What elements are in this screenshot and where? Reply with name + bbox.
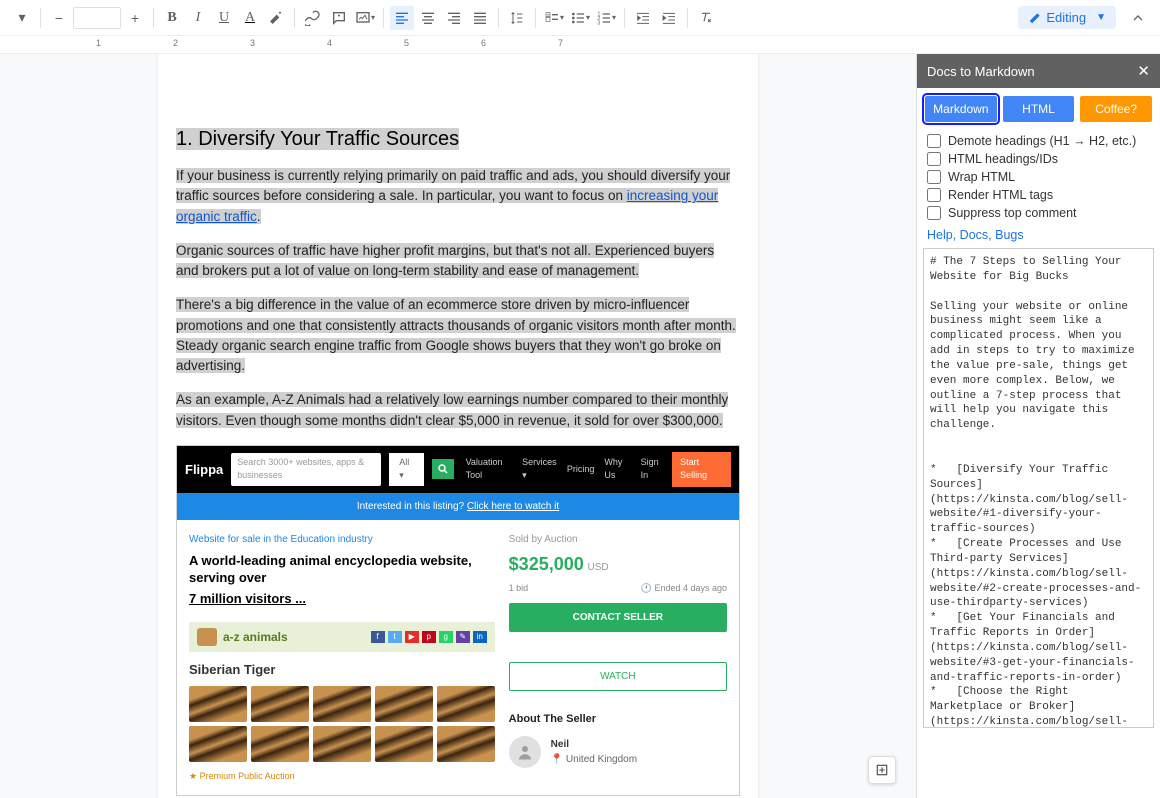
align-center-icon[interactable] (416, 6, 440, 30)
indent-increase-icon[interactable] (657, 6, 681, 30)
align-justify-icon[interactable] (468, 6, 492, 30)
bids-count: 1 bid (509, 582, 529, 596)
numbered-list-icon[interactable]: 123▾ (594, 6, 618, 30)
format-toolbar: ▾ − + B I U A ▾ ▾ ▾ 123▾ Editing ▼ (0, 0, 1160, 36)
more-styles-dropdown[interactable]: ▾ (10, 6, 34, 30)
underline-button[interactable]: U (212, 6, 236, 30)
ended-label: 🕐 Ended 4 days ago (641, 582, 727, 596)
flippa-all-dropdown: All ▾ (389, 453, 424, 486)
markdown-output[interactable]: # The 7 Steps to Selling Your Website fo… (923, 248, 1154, 728)
collapse-toolbar-icon[interactable] (1126, 6, 1150, 30)
sold-label: Sold by Auction (509, 532, 727, 547)
about-seller-heading: About The Seller (509, 711, 727, 728)
search-icon (432, 459, 453, 479)
sidebar-header: Docs to Markdown ✕ (917, 54, 1160, 88)
link-docs[interactable]: Docs (960, 228, 988, 242)
align-left-icon[interactable] (390, 6, 414, 30)
paragraph[interactable]: There's a big difference in the value of… (176, 295, 740, 376)
svg-text:3: 3 (597, 20, 600, 25)
sidebar-links: Help, Docs, Bugs (917, 228, 1160, 248)
species-heading: Siberian Tiger (189, 660, 495, 680)
mode-label: Editing (1046, 10, 1086, 25)
seller-name: Neil (551, 737, 637, 752)
premium-badge: ★ Premium Public Auction (189, 770, 495, 784)
close-icon[interactable]: ✕ (1137, 62, 1150, 80)
explore-button[interactable] (868, 756, 896, 784)
opt-demote-headings[interactable]: Demote headings (H1 → H2, etc.) (927, 132, 1150, 150)
italic-button[interactable]: I (186, 6, 210, 30)
link-bugs[interactable]: Bugs (995, 228, 1024, 242)
image-icon[interactable]: ▾ (353, 6, 377, 30)
bullet-list-icon[interactable]: ▾ (568, 6, 592, 30)
flippa-start-selling: Start Selling (672, 452, 731, 487)
flippa-banner: Interested in this listing? Click here t… (177, 493, 739, 520)
align-right-icon[interactable] (442, 6, 466, 30)
document-canvas[interactable]: 1. Diversify Your Traffic Sources If you… (0, 54, 916, 798)
checklist-icon[interactable]: ▾ (542, 6, 566, 30)
paragraph[interactable]: If your business is currently relying pr… (176, 166, 740, 227)
caret-down-icon: ▼ (1096, 12, 1106, 23)
listing-brand-box: a-z animals ft▶pg✎in (189, 622, 495, 652)
zoom-in-button[interactable]: + (123, 6, 147, 30)
paragraph[interactable]: As an example, A-Z Animals had a relativ… (176, 390, 740, 431)
tiger-thumbnails (189, 686, 495, 762)
line-spacing-icon[interactable] (505, 6, 529, 30)
avatar-icon (509, 736, 541, 768)
listing-visitors: 7 million visitors ... (189, 589, 495, 609)
tab-markdown[interactable]: Markdown (925, 96, 997, 122)
zoom-input[interactable] (73, 7, 121, 29)
flippa-logo: Flippa (185, 460, 223, 480)
tab-html[interactable]: HTML (1003, 96, 1075, 122)
watch-button: WATCH (509, 662, 727, 691)
embedded-image-flippa[interactable]: Flippa Search 3000+ websites, apps & bus… (176, 445, 740, 796)
opt-suppress-comment[interactable]: Suppress top comment (927, 204, 1150, 222)
text-color-button[interactable]: A (238, 6, 262, 30)
link-icon[interactable] (301, 6, 325, 30)
sidebar-title: Docs to Markdown (927, 64, 1035, 79)
paragraph[interactable]: Organic sources of traffic have higher p… (176, 241, 740, 282)
addon-sidebar: Docs to Markdown ✕ Markdown HTML Coffee?… (916, 54, 1160, 798)
indent-decrease-icon[interactable] (631, 6, 655, 30)
tiger-icon (197, 628, 217, 646)
zoom-out-button[interactable]: − (47, 6, 71, 30)
comment-icon[interactable] (327, 6, 351, 30)
tab-coffee[interactable]: Coffee? (1080, 96, 1152, 122)
clear-formatting-icon[interactable] (694, 6, 718, 30)
listing-title: A world-leading animal encyclopedia webs… (189, 553, 495, 587)
flippa-search-input: Search 3000+ websites, apps & businesses (231, 453, 381, 486)
listing-category: Website for sale in the Education indust… (189, 532, 495, 547)
pencil-icon (1028, 11, 1042, 25)
contact-seller-button: CONTACT SELLER (509, 603, 727, 632)
opt-wrap-html[interactable]: Wrap HTML (927, 168, 1150, 186)
bold-button[interactable]: B (160, 6, 184, 30)
highlight-button[interactable] (264, 6, 288, 30)
ruler: 1 2 3 4 5 6 7 (0, 36, 1160, 54)
price: $325,000 (509, 554, 584, 574)
link-help[interactable]: Help (927, 228, 953, 242)
opt-render-html[interactable]: Render HTML tags (927, 186, 1150, 204)
opt-html-headings[interactable]: HTML headings/IDs (927, 150, 1150, 168)
heading-1[interactable]: 1. Diversify Your Traffic Sources (176, 124, 740, 154)
mode-dropdown[interactable]: Editing ▼ (1018, 6, 1116, 29)
seller-location: 📍 United Kingdom (551, 752, 637, 767)
